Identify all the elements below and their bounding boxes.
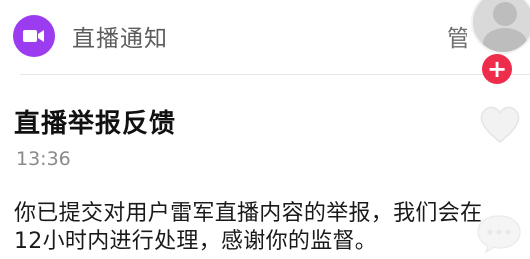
notification-header: 直播通知 管	[0, 0, 530, 72]
manage-button[interactable]: 管	[447, 19, 467, 53]
app-name: 直播通知	[72, 26, 168, 52]
notification-title: 直播举报反馈	[14, 109, 177, 139]
follow-button[interactable]: +	[482, 54, 512, 84]
plus-icon: +	[486, 55, 508, 83]
video-camera-icon	[13, 15, 55, 57]
avatar-head	[493, 2, 517, 26]
avatar-shoulders	[483, 28, 527, 52]
notification-time: 13:36	[16, 148, 71, 170]
notification-message: 你已提交对用户雷军直播内容的举报，我们会在12小时内进行处理，感谢你的监督。	[14, 201, 483, 254]
comment-icon[interactable]	[474, 212, 524, 254]
heart-icon[interactable]	[478, 104, 522, 144]
header-divider	[20, 74, 530, 75]
